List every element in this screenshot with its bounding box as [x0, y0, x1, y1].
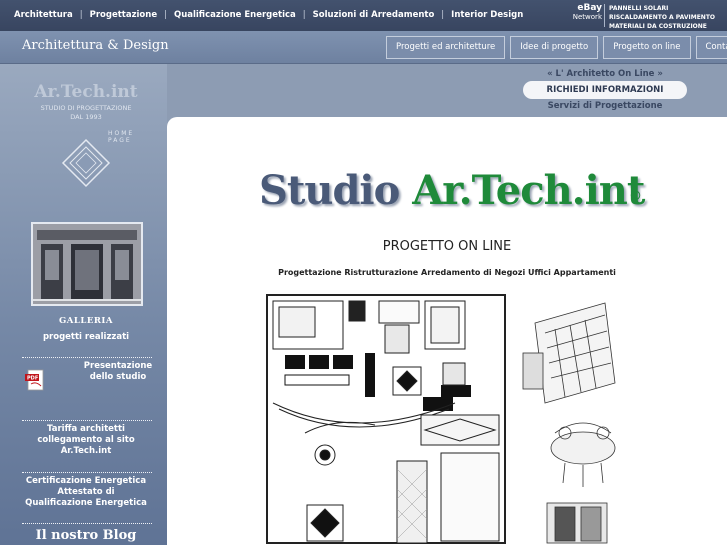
main-content-panel: Studio Ar.Tech.int © PROGETTO ON LINE Pr… [167, 117, 727, 545]
ebay-link-riscaldamento[interactable]: RISCALDAMENTO A PAVIMENTO [609, 13, 715, 22]
tariffa-line-2: collegamento al sito [37, 435, 135, 445]
ebay-link-materiali[interactable]: MATERIALI DA COSTRUZIONE [609, 22, 715, 31]
divider [22, 357, 152, 358]
topnav-soluzioni[interactable]: Soluzioni di Arredamento [313, 10, 435, 20]
architetto-online-link[interactable]: « L' Architetto On Line » [523, 69, 687, 79]
gallery-storefront-image [33, 224, 141, 304]
top-nav-bar: Architettura | Progettazione | Qualifica… [0, 0, 727, 31]
logo-sub-line-1: STUDIO DI PROGETTAZIONE [40, 104, 132, 112]
ebay-brand: eBay [577, 3, 602, 13]
gallery-thumbnail[interactable] [31, 222, 143, 306]
topnav-separator: | [79, 10, 83, 20]
header-tabs: Progetti ed architetture Idee di progett… [386, 36, 727, 59]
home-diamond-icon[interactable] [61, 138, 111, 188]
ebay-network-label: Network [572, 13, 602, 21]
tab-contatti[interactable]: Contatti [695, 36, 727, 59]
topnav-separator: | [302, 10, 306, 20]
copyright-symbol: © [629, 189, 642, 204]
topnav-interior-design[interactable]: Interior Design [451, 10, 523, 20]
blog-link[interactable]: Il nostro Blog [0, 528, 172, 543]
topnav-separator: | [441, 10, 445, 20]
page-heading: PROGETTO ON LINE [382, 239, 512, 254]
tariffa-link[interactable]: Tariffa architetti collegamento al sito … [0, 424, 172, 457]
header-bar: Architettura & Design Progetti ed archit… [0, 31, 727, 64]
top-nav: Architettura | Progettazione | Qualifica… [14, 10, 523, 20]
sidebar-logo-title[interactable]: Ar.Tech.int [0, 82, 172, 102]
logo-sub-line-2: DAL 1993 [70, 113, 102, 121]
cert-line-2: Attestato di [57, 487, 115, 497]
sidebar-logo-subtitle: STUDIO DI PROGETTAZIONE DAL 1993 [0, 104, 172, 122]
topnav-qualificazione[interactable]: Qualificazione Energetica [174, 10, 296, 20]
home-label-1: HOME [108, 130, 135, 137]
tab-progetti[interactable]: Progetti ed architetture [386, 36, 506, 59]
divider [22, 523, 152, 524]
title-studio: Studio [259, 167, 400, 214]
tariffa-line-1: Tariffa architetti [47, 424, 125, 434]
topnav-separator: | [164, 10, 167, 20]
gallery-title[interactable]: GALLERIA [0, 316, 172, 327]
studio-title: Studio Ar.Tech.int [259, 167, 645, 214]
tab-progetto-online[interactable]: Progetto on line [603, 36, 691, 59]
home-label-2: PAGE [108, 137, 132, 144]
richiedi-informazioni-button[interactable]: RICHIEDI INFORMAZIONI [523, 81, 687, 99]
divider [22, 472, 152, 473]
cert-line-1: Certificazione Energetica [25, 476, 147, 486]
floor-plan-illustration [266, 294, 616, 544]
ebay-network-logo[interactable]: eBay Network [568, 4, 602, 22]
title-artechint: Ar.Tech.int [412, 167, 645, 214]
ebay-link-pannelli[interactable]: PANNELLI SOLARI [609, 4, 715, 13]
tariffa-line-3: Ar.Tech.int [60, 446, 112, 456]
left-sidebar: Ar.Tech.int STUDIO DI PROGETTAZIONE DAL … [0, 64, 167, 545]
gallery-subtitle[interactable]: progetti realizzati [0, 332, 172, 343]
tab-idee[interactable]: Idee di progetto [510, 36, 599, 59]
home-page-label[interactable]: HOME PAGE [108, 130, 134, 144]
ebay-links: PANNELLI SOLARI RISCALDAMENTO A PAVIMENT… [609, 4, 715, 31]
header-brand: Architettura & Design [22, 38, 169, 53]
servizi-progettazione-link[interactable]: Servizi di Progettazione [523, 101, 687, 111]
topnav-architettura[interactable]: Architettura [14, 10, 73, 20]
cert-line-3: Qualificazione Energetica [25, 498, 147, 508]
ebay-divider [604, 4, 605, 27]
divider [22, 420, 152, 421]
topnav-progettazione[interactable]: Progettazione [90, 10, 158, 20]
certificazione-link[interactable]: Certificazione Energetica Attestato di Q… [0, 476, 172, 509]
page-subheading: Progettazione Ristrutturazione Arredamen… [278, 268, 616, 277]
